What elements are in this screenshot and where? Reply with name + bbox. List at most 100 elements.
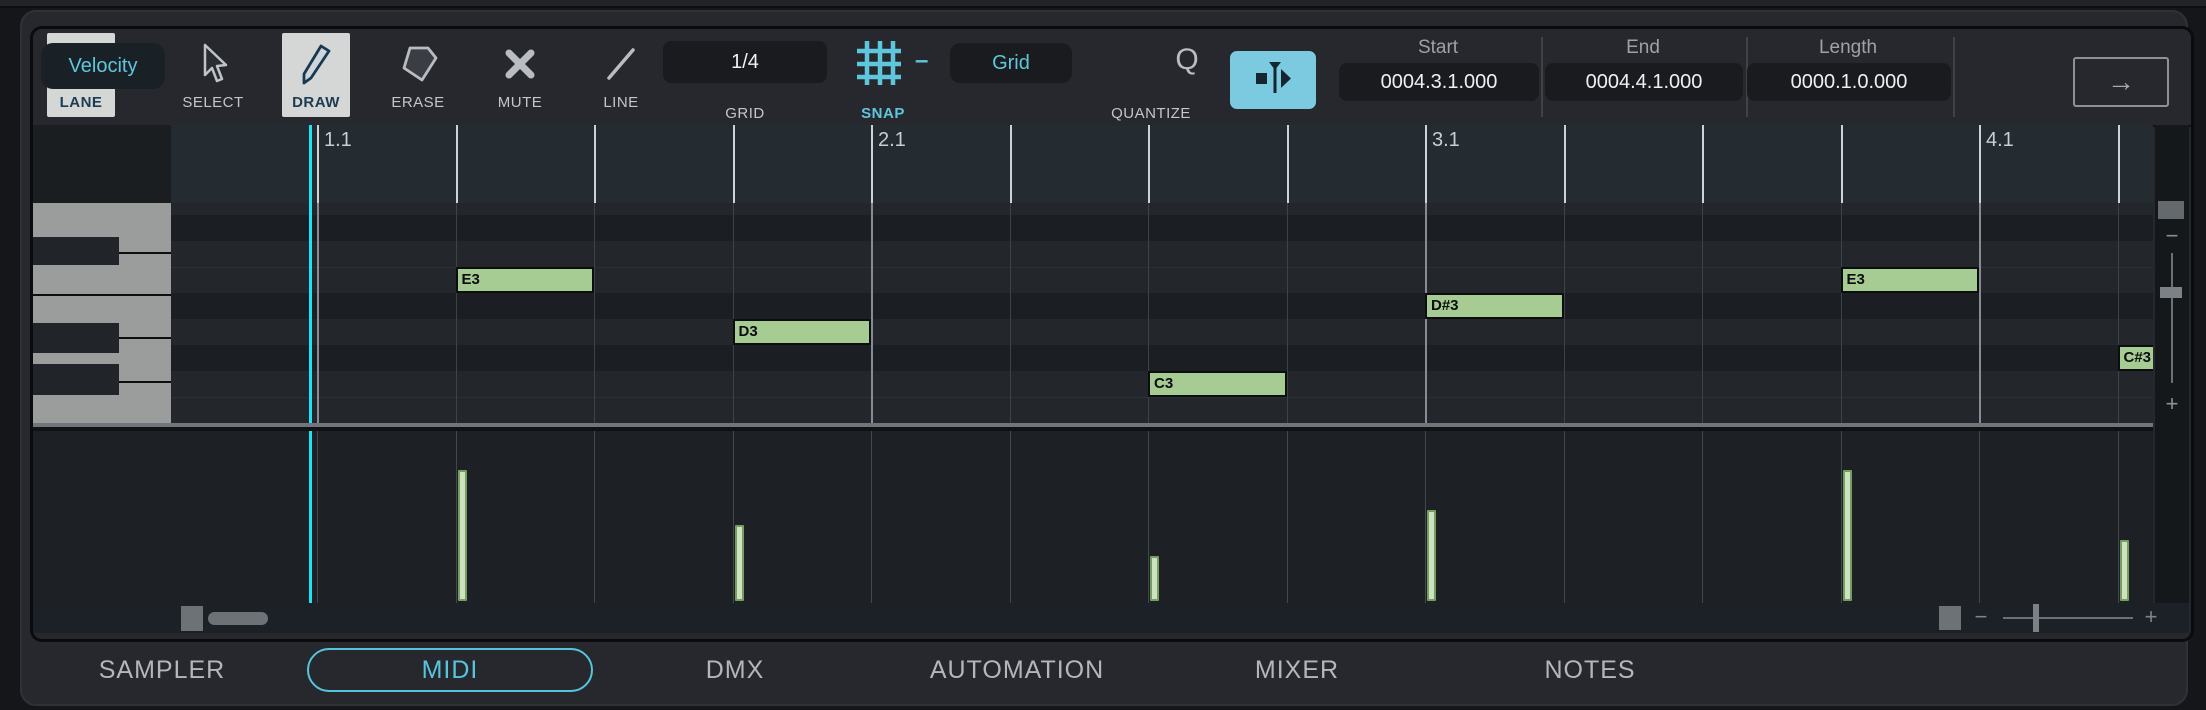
grid-beat-line — [1841, 203, 1842, 423]
piano-roll-grid[interactable]: 1.12.13.14.1E3D3C3D#3E3C#3C#3 — [171, 125, 2153, 423]
roll-velocity-separator[interactable] — [33, 423, 2153, 431]
ruler-beat-tick — [456, 125, 458, 203]
grid-beat-line — [594, 203, 595, 423]
midi-note-Cs3[interactable]: C#3 — [2118, 345, 2154, 371]
tab-notes[interactable]: NOTES — [1544, 640, 1635, 700]
grid-row-F3 — [171, 241, 2153, 267]
snap-grid-icon[interactable] — [855, 39, 903, 87]
velocity-bar-C3[interactable] — [1150, 556, 1159, 601]
vertical-scrollbar-thumb[interactable] — [2158, 201, 2184, 219]
start-field-value[interactable]: 0004.3.1.000 — [1339, 63, 1539, 101]
grid-beat-line — [733, 203, 734, 423]
tool-button-line[interactable]: LINE — [587, 33, 655, 117]
vertical-zoom-in-icon[interactable]: + — [2155, 391, 2189, 417]
grid-beat-line — [317, 203, 319, 423]
tool-button-select[interactable]: SELECT — [179, 33, 247, 117]
end-field-label: End — [1626, 37, 1660, 59]
select-icon — [196, 33, 230, 94]
tool-label: LANE — [60, 94, 103, 111]
horizontal-scroll-strip[interactable]: − + — [33, 603, 2189, 633]
horizontal-zoom-handle[interactable] — [1939, 606, 1961, 630]
timeline-ruler[interactable] — [171, 125, 2153, 203]
midi-editor-panel: LANESELECTDRAWERASEMUTELINE 1/4 GRID – G… — [30, 26, 2194, 642]
horizontal-scrollbar-thumb[interactable] — [208, 612, 268, 625]
tab-sampler[interactable]: SAMPLER — [99, 640, 225, 700]
velocity-beat-line — [1010, 431, 1011, 603]
grid-group-label: GRID — [725, 105, 765, 122]
midi-note-C3[interactable]: C3 — [1148, 371, 1287, 397]
bottom-tab-bar: SAMPLER MIDI DMX AUTOMATION MIXER NOTES — [30, 640, 2188, 700]
ruler-beat-tick — [733, 125, 735, 203]
piano-keyboard[interactable]: C3 — [33, 203, 171, 423]
horizontal-zoom-slider-thumb[interactable] — [2033, 604, 2039, 632]
velocity-beat-line — [871, 431, 872, 603]
snap-mode-button[interactable]: Grid — [950, 43, 1072, 83]
grid-row-Fs3 — [171, 215, 2153, 241]
grid-row-G3 — [171, 203, 2153, 215]
right-arrow-icon: → — [2107, 66, 2135, 98]
grid-row-D3 — [171, 319, 2153, 345]
horizontal-zoom-slider-track[interactable] — [2003, 617, 2133, 619]
grid-beat-line — [1979, 203, 1981, 423]
tool-button-mute[interactable]: MUTE — [486, 33, 554, 117]
quantize-group-label: QUANTIZE — [1111, 105, 1191, 122]
ruler-beat-tick — [1010, 125, 1012, 203]
vertical-scroll-column[interactable]: − + — [2155, 125, 2189, 603]
velocity-bar-E3[interactable] — [1843, 470, 1852, 601]
grid-beat-line — [1702, 203, 1703, 423]
black-key-Fsharp3[interactable] — [33, 237, 119, 265]
velocity-lane[interactable] — [171, 431, 2153, 603]
move-to-playhead-button[interactable] — [1230, 51, 1316, 109]
velocity-beat-line — [456, 431, 457, 603]
velocity-bar-Ds3[interactable] — [1427, 510, 1436, 601]
vertical-zoom-slider-thumb[interactable] — [2160, 287, 2182, 298]
midi-note-E3[interactable]: E3 — [1841, 267, 1980, 293]
length-field-value[interactable]: 0000.1.0.000 — [1747, 63, 1951, 101]
end-field-value[interactable]: 0004.4.1.000 — [1545, 63, 1743, 101]
line-icon — [603, 33, 639, 94]
tab-midi[interactable]: MIDI — [307, 648, 593, 692]
horizontal-scroll-handle[interactable] — [181, 606, 203, 631]
ruler-beat-tick — [317, 125, 319, 203]
draw-icon — [298, 33, 334, 94]
ruler-beat-tick — [1148, 125, 1150, 203]
ruler-measure-label: 3.1 — [1432, 129, 1460, 152]
velocity-lane-label[interactable]: Velocity — [41, 43, 165, 89]
tool-label: LINE — [603, 94, 638, 111]
tab-automation[interactable]: AUTOMATION — [930, 640, 1104, 700]
midi-note-Ds3[interactable]: D#3 — [1425, 293, 1564, 319]
key-divider — [33, 294, 171, 296]
black-key-Dsharp3[interactable] — [33, 323, 119, 353]
tool-button-draw[interactable]: DRAW — [282, 33, 350, 117]
tab-mixer[interactable]: MIXER — [1255, 640, 1339, 700]
grid-row-Ds3 — [171, 293, 2153, 319]
grid-beat-line — [1287, 203, 1288, 423]
tab-dmx[interactable]: DMX — [706, 640, 765, 700]
grid-beat-line — [1010, 203, 1011, 423]
vertical-zoom-out-icon[interactable]: − — [2155, 223, 2189, 249]
midi-note-D3[interactable]: D3 — [733, 319, 872, 345]
tool-button-erase[interactable]: ERASE — [384, 33, 452, 117]
velocity-bar-D3[interactable] — [735, 525, 744, 601]
length-field-label: Length — [1819, 37, 1877, 59]
horizontal-zoom-out-icon[interactable]: − — [1971, 604, 1991, 630]
velocity-bar-Cs3[interactable] — [2120, 540, 2129, 601]
vertical-zoom-slider-track[interactable] — [2171, 253, 2173, 383]
grid-row-B2 — [171, 397, 2153, 423]
goto-next-button[interactable]: → — [2073, 57, 2169, 107]
grid-row-Cs3 — [171, 345, 2153, 371]
playhead[interactable] — [309, 125, 312, 423]
midi-note-E3[interactable]: E3 — [456, 267, 595, 293]
grid-value-dropdown[interactable]: 1/4 — [663, 41, 827, 83]
horizontal-zoom-in-icon[interactable]: + — [2141, 604, 2161, 630]
ruler-beat-tick — [1702, 125, 1704, 203]
tool-label: ERASE — [391, 94, 444, 111]
velocity-bar-E3[interactable] — [458, 470, 467, 601]
ruler-beat-tick — [1287, 125, 1289, 203]
ruler-beat-tick — [2118, 125, 2120, 203]
quantize-q-icon[interactable]: Q — [1167, 37, 1207, 83]
playhead-velocity[interactable] — [309, 431, 312, 603]
start-field-label: Start — [1418, 37, 1458, 59]
window-top-band — [0, 0, 2206, 8]
black-key-Csharp3[interactable] — [33, 364, 119, 395]
